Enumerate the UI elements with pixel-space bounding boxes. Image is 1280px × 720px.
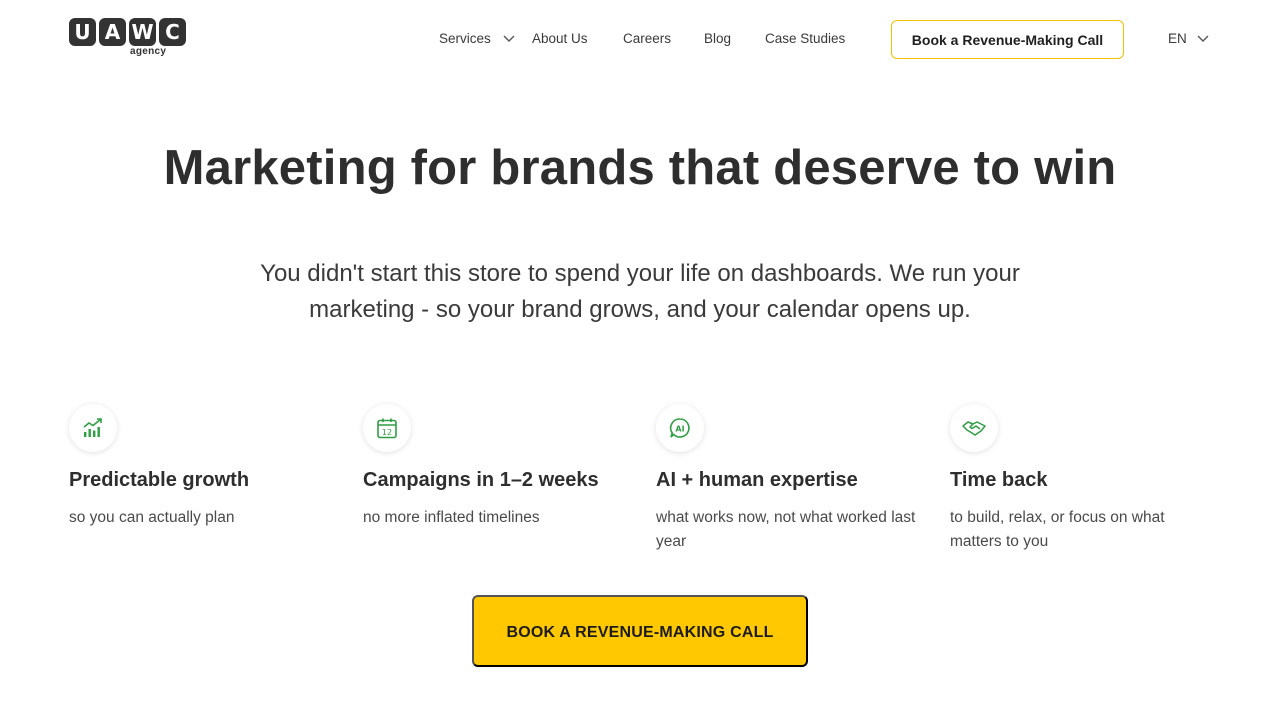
nav-careers-link[interactable]: Careers [623,30,671,48]
calendar-number: 12 [382,428,392,437]
feature-ai-expertise: AI AI + human expertise what works now, … [656,404,916,554]
feature-title: AI + human expertise [656,469,858,491]
feature-predictable-growth: Predictable growth so you can actually p… [69,404,329,530]
hero-title: Marketing for brands that deserve to win [163,141,1117,195]
handshake-icon [950,404,998,452]
header-book-call-button[interactable]: Book a Revenue-Making Call [891,20,1124,59]
nav-blog-link[interactable]: Blog [704,30,731,48]
nav-case-studies-link[interactable]: Case Studies [765,30,845,48]
feature-description: so you can actually plan [69,509,235,526]
chevron-down-icon[interactable] [1197,34,1209,44]
feature-title: Time back [950,469,1048,491]
hero-subtitle: You didn't start this store to spend you… [260,260,1020,323]
chevron-down-icon[interactable] [503,34,515,44]
book-call-button[interactable]: BOOK A REVENUE-MAKING CALL [472,595,808,667]
feature-title: Campaigns in 1–2 weeks [363,469,599,491]
site-header: U A W C agency Services About Us Careers… [0,0,1280,80]
feature-campaigns: 12 Campaigns in 1–2 weeks no more inflat… [363,404,623,530]
language-selector[interactable]: EN [1168,30,1187,48]
nav-about-link[interactable]: About Us [532,30,588,48]
ai-chat-icon: AI [656,404,704,452]
ai-label: AI [675,425,684,434]
feature-description: what works now, not what worked last yea… [656,509,916,550]
feature-description: no more inflated timelines [363,509,540,526]
calendar-icon: 12 [363,404,411,452]
feature-time-back: Time back to build, relax, or focus on w… [950,404,1210,554]
nav-services-link[interactable]: Services [439,30,491,48]
feature-description: to build, relax, or focus on what matter… [950,509,1165,550]
feature-title: Predictable growth [69,469,250,491]
growth-chart-icon [69,404,117,452]
